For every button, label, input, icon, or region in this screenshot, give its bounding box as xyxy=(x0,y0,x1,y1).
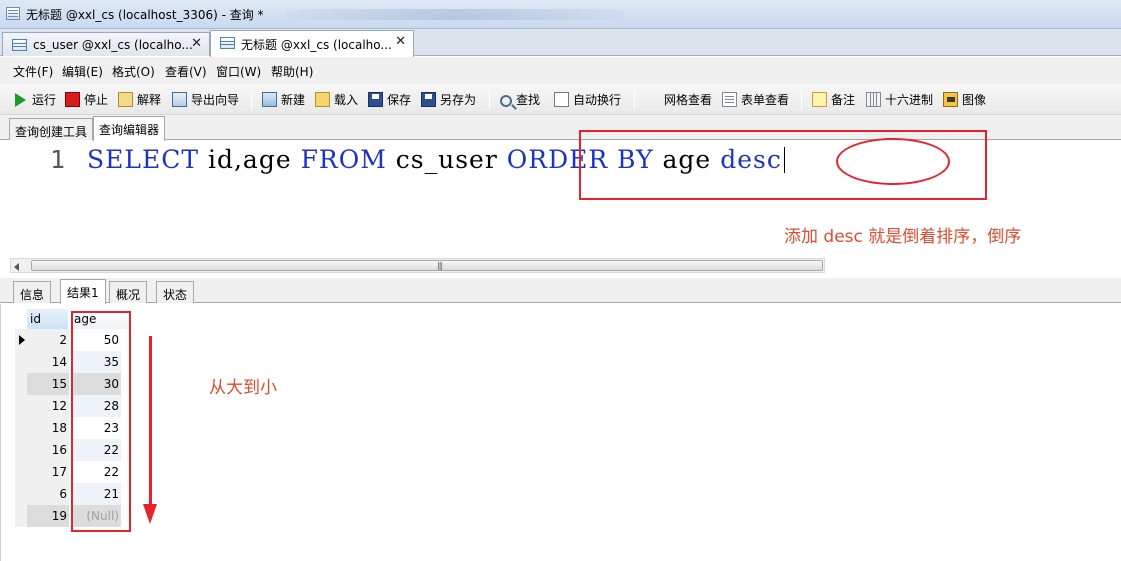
row-indicator xyxy=(15,439,27,461)
keyword-select: SELECT xyxy=(87,145,200,174)
new-query-icon xyxy=(262,92,277,107)
table-name: cs_user xyxy=(386,145,507,174)
row-indicator xyxy=(15,329,27,351)
toolbar: 运行 停止 解释 导出向导 新建 载入 保存 另存为 查找 自动换行 网格查看 … xyxy=(0,84,1121,411)
menu-bar: 文件(F) 编辑(E) 格式(O) 查看(V) 窗口(W) 帮助(H) xyxy=(0,57,1121,84)
close-icon[interactable]: ✕ xyxy=(395,34,406,49)
toolbar-separator xyxy=(634,90,635,110)
explain-icon xyxy=(118,92,133,107)
scrollbar-thumb[interactable]: ||| xyxy=(31,260,823,271)
query-icon xyxy=(220,37,235,49)
tab-query-editor[interactable]: 查询编辑器 xyxy=(93,116,166,141)
word-wrap-icon xyxy=(554,92,569,107)
result-tabs: 信息 结果1 概况 状态 xyxy=(0,278,1121,304)
editor-horizontal-scrollbar[interactable]: ||| xyxy=(10,258,825,273)
stop-icon xyxy=(65,92,80,107)
row-indicator xyxy=(15,395,27,417)
grid-view-button[interactable]: 网格查看 xyxy=(645,91,712,411)
row-indicator xyxy=(15,417,27,439)
scrollbar-grip: ||| xyxy=(437,261,443,270)
search-icon xyxy=(500,95,512,107)
find-button[interactable]: 查找 xyxy=(500,91,540,109)
table-icon xyxy=(12,39,27,51)
row-indicator xyxy=(15,461,27,483)
save-as-button[interactable]: 另存为 xyxy=(421,91,476,109)
menu-window[interactable]: 窗口(W) xyxy=(216,63,261,80)
document-tab-bar: cs_user @xxl_cs (localho... ✕ 无标题 @xxl_c… xyxy=(0,29,1121,57)
cell-id[interactable]: 19 xyxy=(27,505,69,527)
annotation-highlight-age-column xyxy=(71,311,131,532)
close-icon[interactable]: ✕ xyxy=(191,36,202,51)
window-title: 无标题 @xxl_cs (localhost_3306) - 查询 * xyxy=(26,8,264,22)
menu-file[interactable]: 文件(F) xyxy=(13,63,53,80)
cell-id[interactable]: 16 xyxy=(27,439,69,461)
save-icon xyxy=(368,92,383,107)
toolbar-separator xyxy=(251,90,252,110)
cell-id[interactable]: 17 xyxy=(27,461,69,483)
blurred-title-region xyxy=(285,9,625,20)
run-button[interactable]: 运行 xyxy=(13,91,56,109)
cell-id[interactable]: 12 xyxy=(27,395,69,417)
select-columns: id,age xyxy=(199,145,301,174)
cell-id[interactable]: 15 xyxy=(27,373,69,395)
save-button[interactable]: 保存 xyxy=(368,91,411,109)
annotation-circle-desc xyxy=(836,138,950,185)
image-button[interactable]: 图像 xyxy=(943,91,986,109)
row-indicator xyxy=(15,351,27,373)
cell-id[interactable]: 2 xyxy=(27,329,69,351)
current-row-icon xyxy=(19,335,25,345)
tab-profile[interactable]: 概况 xyxy=(109,281,148,303)
scroll-left-icon[interactable] xyxy=(14,263,19,271)
export-wizard-button[interactable]: 导出向导 xyxy=(172,91,239,109)
line-number-gutter: 1 xyxy=(0,141,78,258)
row-indicator xyxy=(15,373,27,395)
image-icon xyxy=(943,92,958,107)
row-indicator xyxy=(15,505,27,527)
hex-button[interactable]: 十六进制 xyxy=(866,91,933,109)
save-as-icon xyxy=(421,92,436,107)
hex-icon xyxy=(866,92,881,107)
cell-id[interactable]: 18 xyxy=(27,417,69,439)
form-icon xyxy=(722,92,737,107)
doc-tab-label: 无标题 @xxl_cs (localho... xyxy=(241,38,392,52)
menu-format[interactable]: 格式(O) xyxy=(112,63,155,80)
load-button[interactable]: 载入 xyxy=(315,91,358,109)
new-button[interactable]: 新建 xyxy=(262,91,305,109)
annotation-order-note: 从大到小 xyxy=(209,378,277,398)
cell-id[interactable]: 14 xyxy=(27,351,69,373)
table-icon xyxy=(6,7,20,20)
doc-tab-label: cs_user @xxl_cs (localho... xyxy=(33,38,193,52)
doc-tab-untitled-query[interactable]: 无标题 @xxl_cs (localho... ✕ xyxy=(210,30,414,57)
result-grid: id age 2 50 14 35 15 30 12 28 18 23 16 2… xyxy=(0,304,1121,561)
title-bar: 无标题 @xxl_cs (localhost_3306) - 查询 * xyxy=(0,0,1121,29)
keyword-from: FROM xyxy=(300,145,387,174)
play-icon xyxy=(13,92,28,107)
toolbar-separator xyxy=(801,90,802,110)
row-indicator xyxy=(15,483,27,505)
export-icon xyxy=(172,92,187,107)
line-number: 1 xyxy=(50,145,66,174)
tab-status[interactable]: 状态 xyxy=(156,281,195,303)
tab-info[interactable]: 信息 xyxy=(13,281,52,303)
cell-id[interactable]: 6 xyxy=(27,483,69,505)
menu-view[interactable]: 查看(V) xyxy=(165,63,207,80)
doc-tab-cs-user[interactable]: cs_user @xxl_cs (localho... ✕ xyxy=(2,32,210,56)
menu-help[interactable]: 帮助(H) xyxy=(271,63,313,80)
tab-query-builder[interactable]: 查询创建工具 xyxy=(9,118,94,140)
explain-button[interactable]: 解释 xyxy=(118,91,161,109)
note-button[interactable]: 备注 xyxy=(812,91,855,109)
folder-icon xyxy=(315,92,330,107)
toolbar-separator xyxy=(489,90,490,110)
tab-result-1[interactable]: 结果1 xyxy=(60,279,106,304)
word-wrap-button[interactable]: 自动换行 xyxy=(554,91,621,109)
stop-button[interactable]: 停止 xyxy=(65,91,108,109)
annotation-desc-note: 添加 desc 就是倒着排序，倒序 xyxy=(784,227,1022,247)
menu-edit[interactable]: 编辑(E) xyxy=(62,63,103,80)
form-view-button[interactable]: 表单查看 xyxy=(722,91,789,109)
note-icon xyxy=(812,92,827,107)
annotation-down-arrow-shaft xyxy=(149,336,152,506)
column-header-id[interactable]: id xyxy=(27,309,69,329)
annotation-down-arrow-icon xyxy=(143,504,157,524)
